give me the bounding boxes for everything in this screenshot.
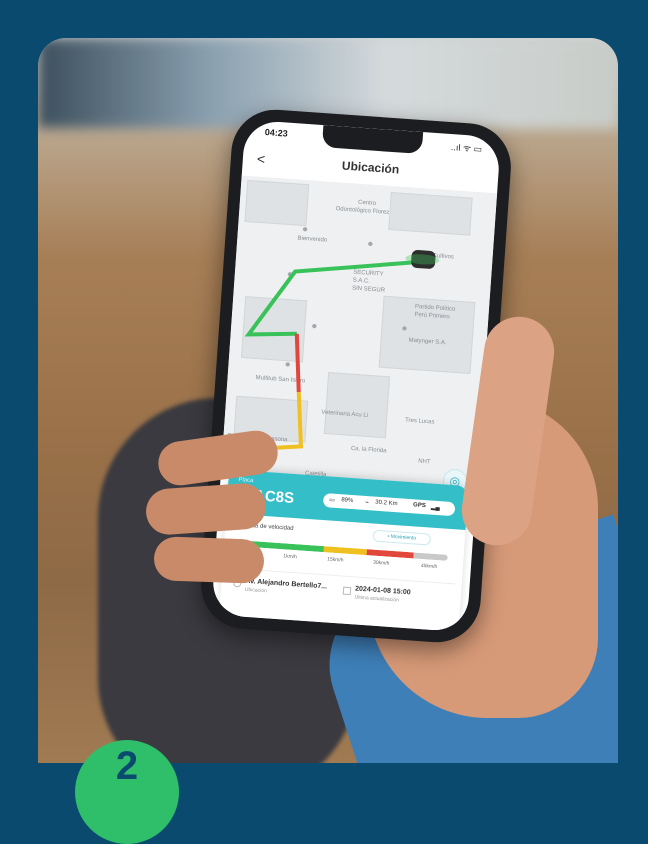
legend-tick: 45km/h [420,562,438,571]
legend-segment-gray [413,552,448,561]
location-row: Av. Alejandro Bertello7... Ubicación 202… [226,567,456,615]
battery-value: 89% [341,497,354,505]
finger [153,536,265,584]
address-label: Ubicación [244,586,267,595]
status-time: 04:23 [264,127,289,139]
legend-tick: 30km/h [372,559,390,567]
frame: 04:23 ..ıl ᯤ ▭ < Ubicación Centro Odonto… [0,0,648,844]
legend-segment-yellow [323,546,367,556]
step-badge: 2 [75,740,179,844]
legend-tick: 15km/h [326,556,344,564]
calendar-icon [342,586,352,596]
finger [144,481,268,537]
scooter-icon[interactable] [410,249,436,270]
speed-icon: ⌁ [364,499,369,507]
movement-badge: • Movimiento [372,529,432,546]
speed-value: 30.2 Km [375,499,398,508]
last-update-label: Última actualización [354,594,400,604]
gps-label: GPS [412,502,426,510]
signal-icon: ▂▄ [430,504,441,512]
step-number: 2 [115,744,139,788]
legend-segment-red [366,549,414,559]
status-icons: ..ıl ᯤ ▭ [450,142,483,155]
photo: 04:23 ..ıl ᯤ ▭ < Ubicación Centro Odonto… [38,38,618,763]
vehicle-status-chip: ▭ 89% ⌁ 30.2 Km GPS ▂▄ [322,493,456,517]
battery-icon: ▭ [329,497,336,504]
legend-tick: 1km/h [283,553,298,561]
